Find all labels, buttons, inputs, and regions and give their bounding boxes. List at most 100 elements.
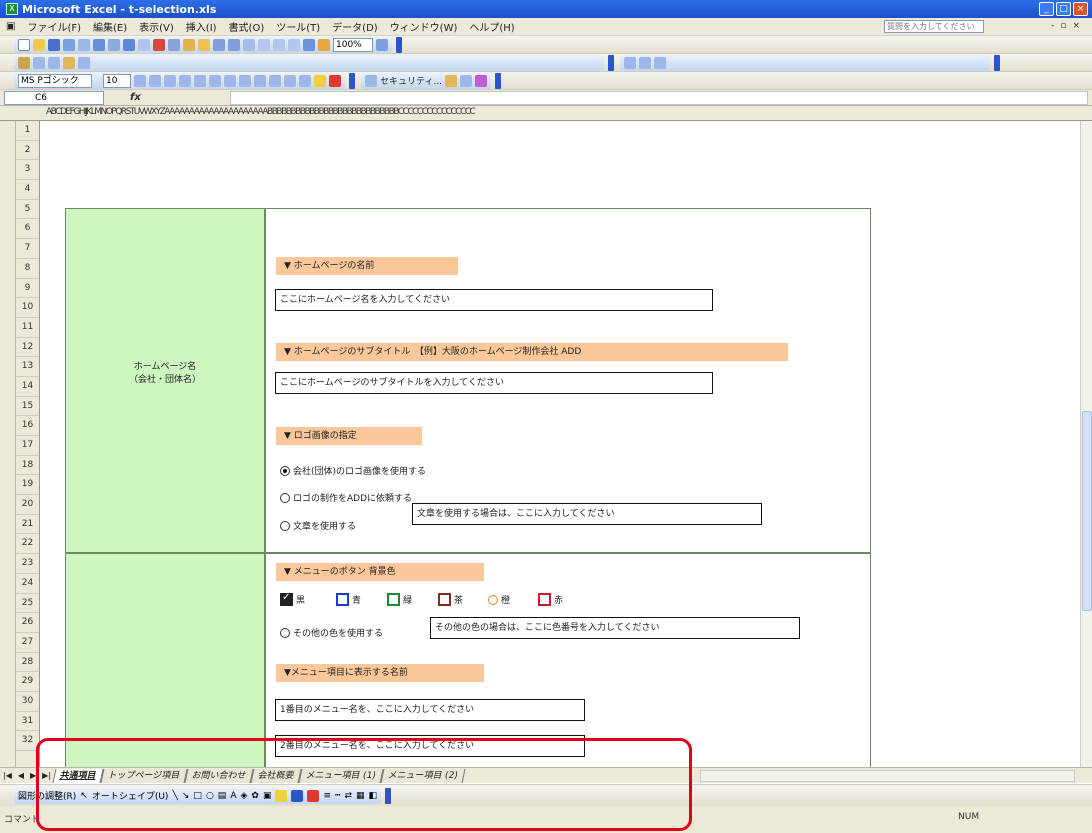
toolbar-grip[interactable] xyxy=(495,72,502,89)
column-letters[interactable]: ABCDEFGHIJKLMNOPQRSTUVWXYZAAAAAAAAAAAAAA… xyxy=(46,107,476,117)
row-number[interactable]: 18 xyxy=(16,456,39,476)
clipart-icon[interactable]: ✿ xyxy=(251,791,259,801)
row-number[interactable]: 8 xyxy=(16,259,39,279)
tab-menu-1[interactable]: メニュー項目 (1) xyxy=(298,768,384,783)
toolbar-grip[interactable] xyxy=(608,54,614,71)
spelling-icon[interactable] xyxy=(123,38,135,51)
menu-window[interactable]: ウィンドウ(W) xyxy=(384,19,464,34)
macro-icon[interactable] xyxy=(365,74,377,87)
menu-view[interactable]: 表示(V) xyxy=(133,19,180,34)
select-objects-icon[interactable]: ↖ xyxy=(80,791,88,801)
textbox-icon[interactable]: ▤ xyxy=(218,791,227,801)
row-number[interactable]: 6 xyxy=(16,219,39,240)
menu-name-2-input[interactable]: 2番目のメニュー名を、ここに入力してください xyxy=(275,735,585,757)
format-painter-icon[interactable] xyxy=(198,38,210,51)
draw-menu-button[interactable]: 図形の調整(R) xyxy=(18,789,76,802)
radio-icon[interactable] xyxy=(280,492,290,503)
radio-selected-icon[interactable] xyxy=(280,465,290,476)
permission-icon[interactable] xyxy=(63,38,75,51)
color-option-green[interactable]: 緑 xyxy=(387,593,412,606)
first-sheet-icon[interactable]: |◀ xyxy=(0,771,15,780)
color-option-brown[interactable]: 茶 xyxy=(438,593,463,606)
vertical-scroll-thumb[interactable] xyxy=(1082,411,1092,611)
horizontal-scrollbar[interactable] xyxy=(700,770,1075,782)
control-toolbox-icon[interactable] xyxy=(460,74,473,87)
row-number[interactable]: 21 xyxy=(16,515,39,535)
row-number[interactable]: 16 xyxy=(16,416,39,436)
font-color-icon[interactable] xyxy=(307,789,320,802)
tab-company[interactable]: 会社概要 xyxy=(250,768,302,783)
review-icon-1[interactable] xyxy=(18,56,30,69)
color-option-black[interactable]: 黒 xyxy=(280,592,305,606)
autoshape-button[interactable]: オートシェイプ(U) xyxy=(92,789,169,802)
zoom-select[interactable]: 100% xyxy=(333,37,373,52)
color-option-orange[interactable]: 橙 xyxy=(488,593,510,606)
align-left-icon[interactable] xyxy=(179,74,191,87)
row-number[interactable]: 3 xyxy=(16,160,39,181)
row-number[interactable]: 5 xyxy=(16,200,39,220)
dash-style-icon[interactable]: ┅ xyxy=(335,791,340,801)
row-number[interactable]: 15 xyxy=(16,397,39,417)
redo-icon[interactable] xyxy=(228,38,240,51)
fill-color-icon[interactable] xyxy=(314,74,326,87)
review-icon-5[interactable] xyxy=(78,56,90,69)
rectangle-icon[interactable]: □ xyxy=(193,791,202,801)
label-cell-menu[interactable] xyxy=(65,553,265,767)
row-number[interactable]: 9 xyxy=(16,279,39,299)
doc-icon[interactable]: ▣ xyxy=(0,21,21,32)
formula-input[interactable] xyxy=(230,91,1088,105)
font-color-icon[interactable] xyxy=(329,74,341,87)
menu-format[interactable]: 書式(O) xyxy=(223,19,271,34)
forms-icon-2[interactable] xyxy=(639,56,651,69)
review-icon-3[interactable] xyxy=(48,56,60,69)
cut-icon[interactable] xyxy=(153,38,165,51)
row-number[interactable]: 31 xyxy=(16,712,39,732)
design-mode-icon[interactable] xyxy=(475,74,488,87)
toolbar-grip[interactable] xyxy=(349,72,355,89)
row-number[interactable]: 24 xyxy=(16,574,39,594)
blue-swatch-icon[interactable] xyxy=(336,593,349,606)
row-number[interactable]: 4 xyxy=(16,180,39,200)
last-sheet-icon[interactable]: ▶| xyxy=(39,771,54,780)
subtitle-input[interactable]: ここにホームページのサブタイトルを入力してください xyxy=(275,372,713,394)
preview-icon[interactable] xyxy=(108,38,120,51)
row-number[interactable]: 19 xyxy=(16,475,39,496)
forms-icon-1[interactable] xyxy=(624,56,636,69)
row-number[interactable]: 7 xyxy=(16,239,39,259)
line-icon[interactable]: ╲ xyxy=(172,791,177,801)
row-number[interactable]: 25 xyxy=(16,594,39,614)
review-icon-4[interactable] xyxy=(63,56,75,69)
row-number[interactable]: 1 xyxy=(16,121,39,141)
tab-menu-2[interactable]: メニュー項目 (2) xyxy=(380,768,465,783)
row-number[interactable]: 2 xyxy=(16,141,39,161)
paste-icon[interactable] xyxy=(183,38,195,51)
fx-icon[interactable]: fx xyxy=(130,92,141,103)
color-option-other[interactable]: その他の色を使用する xyxy=(280,626,383,639)
other-color-input[interactable]: その他の色の場合は、ここに色番号を入力してください xyxy=(430,617,800,639)
arrow-icon[interactable]: ↘ xyxy=(182,791,190,801)
hyperlink-icon[interactable] xyxy=(243,38,255,51)
tab-common[interactable]: 共通項目 xyxy=(52,768,104,783)
currency-icon[interactable] xyxy=(239,74,251,87)
row-number[interactable]: 12 xyxy=(16,338,39,358)
row-number[interactable]: 13 xyxy=(16,357,39,377)
new-icon[interactable] xyxy=(18,38,30,51)
radio-icon[interactable] xyxy=(280,627,290,638)
font-size-select[interactable]: 10 xyxy=(103,73,131,88)
sort-ascending-icon[interactable] xyxy=(273,38,285,51)
percent-icon[interactable] xyxy=(254,74,266,87)
borders-icon[interactable] xyxy=(299,74,311,87)
brown-swatch-icon[interactable] xyxy=(438,593,451,606)
arrow-style-icon[interactable]: ⇄ xyxy=(344,791,352,801)
logo-option-own[interactable]: 会社(団体)のロゴ画像を使用する xyxy=(280,464,426,477)
align-center-icon[interactable] xyxy=(194,74,206,87)
save-icon[interactable] xyxy=(48,38,60,51)
red-swatch-icon[interactable] xyxy=(538,593,551,606)
menu-help[interactable]: ヘルプ(H) xyxy=(463,19,520,34)
diagram-icon[interactable]: ◈ xyxy=(240,791,247,801)
line-style-icon[interactable]: ≡ xyxy=(323,791,331,801)
drawing-icon[interactable] xyxy=(318,38,330,51)
row-number[interactable]: 30 xyxy=(16,692,39,712)
row-number[interactable]: 11 xyxy=(16,318,39,338)
security-button[interactable]: セキュリティ... xyxy=(380,74,442,87)
